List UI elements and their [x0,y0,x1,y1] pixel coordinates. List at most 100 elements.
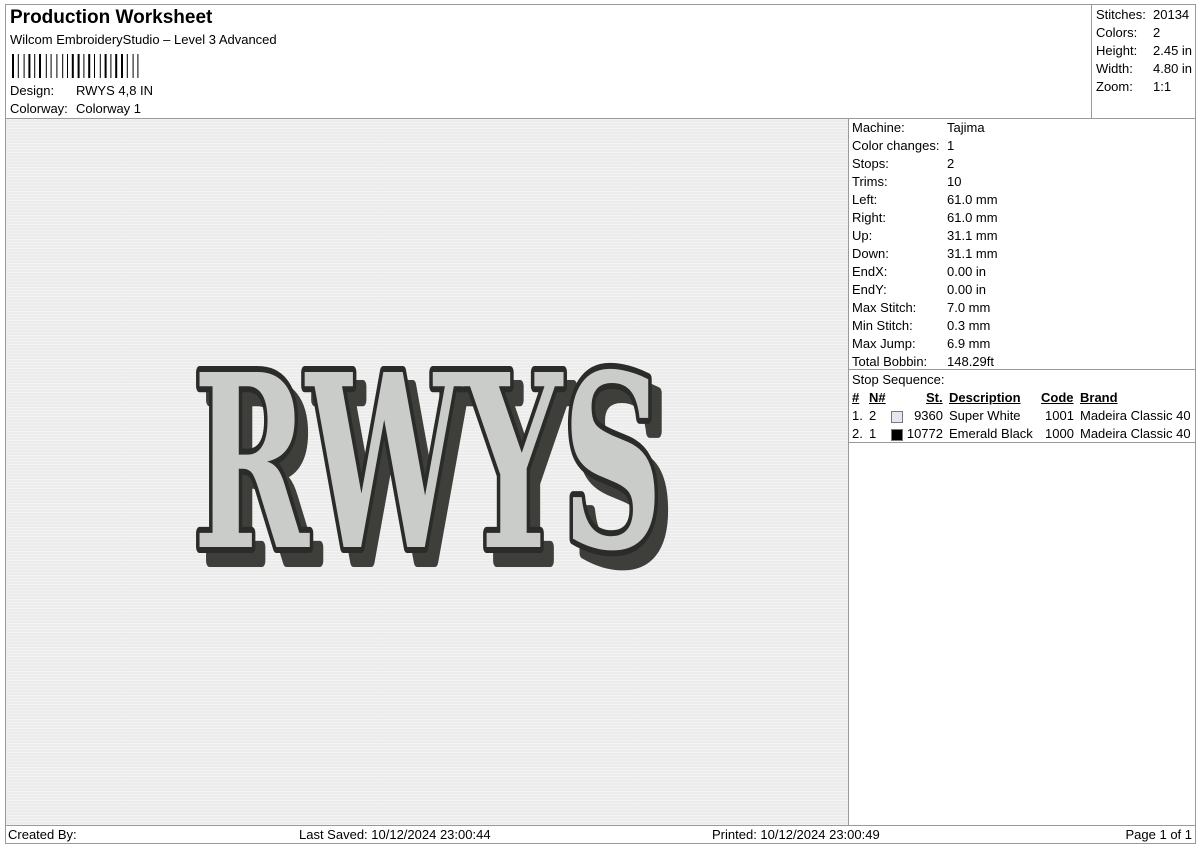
detail-row: EndY: 0.00 in [852,282,986,297]
col-header-st: St. [926,390,943,405]
printed-date: Printed: 10/12/2024 23:00:49 [712,827,880,842]
summary-panel: Stitches: 20134 Colors: 2 Height: 2.45 in W… [1091,4,1196,119]
design-fill: RWYS [193,322,663,604]
detail-value: Tajima [947,120,985,135]
detail-label: EndX: [852,264,888,279]
barcode-icon [12,54,139,78]
row-num: 1. [852,408,863,423]
detail-value: 0.00 in [947,282,987,297]
summary-value: 20134 [1153,7,1190,22]
summary-value: 4.80 in [1153,61,1193,76]
worksheet-header: Production Worksheet Wilcom EmbroiderySt… [5,4,1092,119]
row-stitches: 10772 [906,426,943,441]
detail-row: Max Stitch: 7.0 mm [852,300,990,315]
colorway-value: Colorway 1 [76,101,142,116]
summary-label: Width: [1096,61,1133,76]
detail-label: Right: [852,210,886,225]
detail-row: Left: 61.0 mm [852,192,998,207]
page-number: Page 1 of 1 [1125,827,1193,842]
row-brand: Madeira Classic 40 [1080,426,1191,441]
software-subtitle: Wilcom EmbroideryStudio – Level 3 Advanc… [10,32,277,47]
row-code: 1000 [1045,426,1074,441]
detail-label: Max Stitch: [852,300,917,315]
col-header-code: Code [1041,390,1074,405]
color-swatch [891,411,903,423]
detail-label: Color changes: [852,138,940,153]
detail-value: 6.9 mm [947,336,991,351]
design-row: Design: RWYS 4,8 IN [10,83,153,98]
summary-label: Zoom: [1096,79,1133,94]
summary-value: 1:1 [1153,79,1172,94]
table-row: 1. 2 9360 Super White 1001 Madeira Class… [849,408,1195,426]
design-label: Design: [10,83,55,98]
detail-label: Up: [852,228,873,243]
detail-label: Total Bobbin: [852,354,928,369]
detail-value: 31.1 mm [947,246,998,261]
detail-value: 7.0 mm [947,300,991,315]
detail-label: Min Stitch: [852,318,913,333]
detail-row: Up: 31.1 mm [852,228,998,243]
color-swatch [891,429,903,441]
detail-label: Down: [852,246,889,261]
design-preview: RWYS RWYS RWYS [5,118,849,826]
colorway-row: Colorway: Colorway 1 [10,101,141,116]
detail-value: 31.1 mm [947,228,998,243]
summary-value: 2.45 in [1153,43,1193,58]
summary-label: Height: [1096,43,1138,58]
row-description: Emerald Black [949,426,1033,441]
colorway-label: Colorway: [10,101,68,116]
detail-row: EndX: 0.00 in [852,264,986,279]
row-needle: 2 [869,408,877,423]
summary-value: 2 [1153,25,1161,40]
col-header-n: N# [869,390,886,405]
details-panel: Machine: Tajima Color changes: 1 Stops: 2 T… [848,118,1196,826]
detail-row: Total Bobbin: 148.29ft [852,354,994,369]
detail-row: Stops: 2 [852,156,954,171]
row-brand: Madeira Classic 40 [1080,408,1191,423]
col-header-num: # [852,390,860,405]
embroidery-design: RWYS RWYS RWYS [187,316,679,624]
detail-label: Stops: [852,156,889,171]
detail-row: Trims: 10 [852,174,961,189]
detail-value: 0.00 in [947,264,987,279]
summary-row: Colors: 2 [1096,25,1160,40]
divider [849,442,1195,443]
detail-label: Trims: [852,174,888,189]
col-header-description: Description [949,390,1021,405]
last-saved: Last Saved: 10/12/2024 23:00:44 [299,827,491,842]
summary-label: Colors: [1096,25,1138,40]
col-header-brand: Brand [1080,390,1118,405]
detail-value: 61.0 mm [947,192,998,207]
created-by: Created By: [8,827,77,842]
page-title: Production Worksheet [10,7,213,28]
detail-value: 2 [947,156,955,171]
row-needle: 1 [869,426,877,441]
detail-row: Min Stitch: 0.3 mm [852,318,990,333]
detail-label: Left: [852,192,878,207]
row-code: 1001 [1045,408,1074,423]
row-description: Super White [949,408,1021,423]
detail-label: Max Jump: [852,336,916,351]
detail-label: Machine: [852,120,905,135]
divider [849,369,1195,370]
summary-row: Zoom: 1:1 [1096,79,1171,94]
detail-row: Down: 31.1 mm [852,246,998,261]
detail-value: 0.3 mm [947,318,991,333]
summary-label: Stitches: [1096,7,1146,22]
detail-value: 10 [947,174,962,189]
detail-row: Color changes: 1 [852,138,954,153]
detail-value: 61.0 mm [947,210,998,225]
detail-row: Right: 61.0 mm [852,210,998,225]
worksheet-footer: Created By: Last Saved: 10/12/2024 23:00… [5,825,1196,844]
row-stitches: 9360 [914,408,943,423]
detail-value: 148.29ft [947,354,994,369]
detail-row: Max Jump: 6.9 mm [852,336,990,351]
design-value: RWYS 4,8 IN [76,83,154,98]
stop-sequence-title: Stop Sequence: [852,372,945,387]
summary-row: Height: 2.45 in [1096,43,1192,58]
detail-label: EndY: [852,282,887,297]
row-num: 2. [852,426,863,441]
summary-row: Width: 4.80 in [1096,61,1192,76]
summary-row: Stitches: 20134 [1096,7,1189,22]
detail-row: Machine: Tajima [852,120,985,135]
